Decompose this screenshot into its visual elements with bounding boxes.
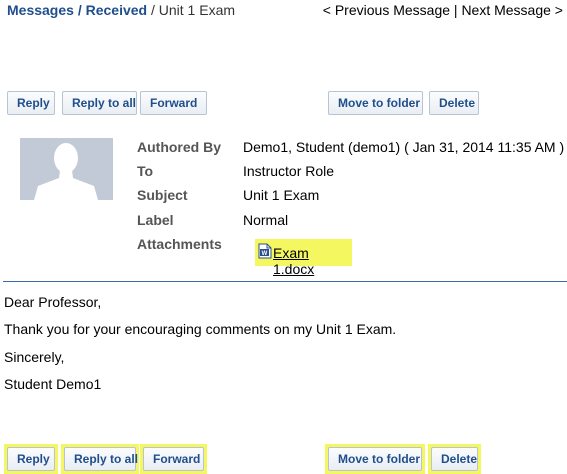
- breadcrumb-messages-link[interactable]: Messages: [7, 2, 74, 18]
- svg-text:W: W: [262, 251, 268, 257]
- previous-message-link[interactable]: < Previous Message: [323, 2, 450, 18]
- delete-button[interactable]: Delete: [431, 447, 478, 471]
- header-divider: [3, 281, 567, 282]
- breadcrumb-separator: /: [147, 2, 159, 18]
- body-greeting: Dear Professor,: [4, 294, 102, 310]
- authored-by-value: Demo1, Student (demo1) ( Jan 31, 2014 11…: [243, 139, 565, 155]
- to-label: To: [137, 163, 154, 179]
- reply-all-button[interactable]: Reply to all: [62, 91, 137, 115]
- body-closing: Sincerely,: [4, 349, 65, 365]
- forward-button[interactable]: Forward: [143, 447, 204, 471]
- move-to-folder-button[interactable]: Move to folder: [328, 91, 423, 115]
- message-navigation: < Previous Message | Next Message >: [323, 2, 563, 18]
- reply-all-button[interactable]: Reply to all: [64, 447, 138, 471]
- avatar: [20, 138, 113, 200]
- body-text: Thank you for your encouraging comments …: [4, 321, 397, 337]
- attachment-link[interactable]: Exam 1.docx: [273, 245, 352, 277]
- attachment-item: W Exam 1.docx: [255, 239, 352, 277]
- forward-button[interactable]: Forward: [140, 91, 207, 115]
- reply-button[interactable]: Reply: [7, 91, 55, 115]
- attachments-label: Attachments: [137, 236, 222, 252]
- subject-label: Subject: [137, 187, 188, 203]
- label-value: Normal: [243, 212, 289, 228]
- body-signature: Student Demo1: [4, 376, 102, 392]
- breadcrumb-separator: /: [73, 2, 86, 18]
- word-document-icon: W: [258, 243, 272, 259]
- to-value: Instructor Role: [243, 163, 335, 179]
- next-message-link[interactable]: Next Message >: [461, 2, 563, 18]
- reply-button[interactable]: Reply: [7, 447, 55, 471]
- label-label: Label: [137, 212, 174, 228]
- delete-button[interactable]: Delete: [429, 91, 479, 115]
- move-to-folder-button[interactable]: Move to folder: [328, 447, 422, 471]
- nav-divider: |: [450, 2, 462, 18]
- authored-by-label: Authored By: [137, 139, 221, 155]
- person-silhouette-icon: [34, 143, 98, 200]
- subject-value: Unit 1 Exam: [243, 187, 320, 203]
- breadcrumb-current: Unit 1 Exam: [158, 2, 236, 18]
- breadcrumb: Messages / Received / Unit 1 Exam: [7, 2, 235, 18]
- breadcrumb-received-link[interactable]: Received: [86, 2, 147, 18]
